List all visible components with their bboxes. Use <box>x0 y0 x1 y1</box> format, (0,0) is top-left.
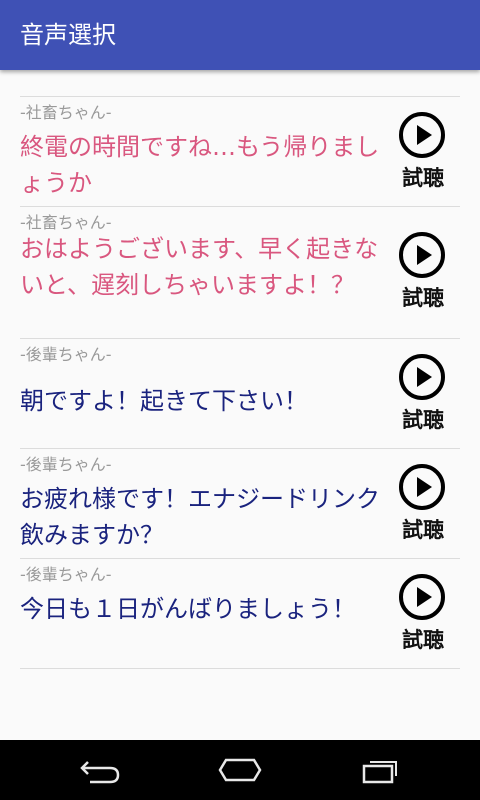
speaker-label: -社畜ちゃん- <box>20 103 112 122</box>
voice-line-text: おはようございます、早く起きないと、遅刻しちゃいますよ！？ <box>20 235 379 299</box>
list-item[interactable]: -社畜ちゃん- 終電の時間ですね…もう帰りましょうか 試聴 <box>20 97 460 207</box>
preview-button-label[interactable]: 試聴 <box>398 165 448 191</box>
list-item[interactable]: -後輩ちゃん- 今日も１日がんばりましょう！ 試聴 <box>20 559 460 669</box>
play-icon[interactable] <box>398 463 446 511</box>
app-bar: 音声選択 <box>0 0 480 70</box>
speaker-label: -社畜ちゃん- <box>20 213 112 232</box>
voice-list: -社畜ちゃん- 終電の時間ですね…もう帰りましょうか 試聴 -社畜ちゃん- おは… <box>20 96 460 669</box>
voice-line-text: 今日も１日がんばりましょう！ <box>20 595 356 623</box>
preview-button-label[interactable]: 試聴 <box>398 285 448 311</box>
speaker-label: -後輩ちゃん- <box>20 565 112 584</box>
preview-button-label[interactable]: 試聴 <box>398 627 448 653</box>
speaker-label: -後輩ちゃん- <box>20 345 112 364</box>
preview-button-label[interactable]: 試聴 <box>398 517 448 543</box>
list-item[interactable]: -社畜ちゃん- おはようございます、早く起きないと、遅刻しちゃいますよ！？ 試聴 <box>20 207 460 339</box>
play-icon[interactable] <box>398 573 446 621</box>
play-icon[interactable] <box>398 353 446 401</box>
play-icon[interactable] <box>398 231 446 279</box>
voice-line-text: 朝ですよ！起きて下さい！ <box>20 387 308 415</box>
recent-apps-icon[interactable] <box>358 756 402 784</box>
voice-line-text: 終電の時間ですね…もう帰りましょうか <box>20 133 380 197</box>
list-item[interactable]: -後輩ちゃん- 朝ですよ！起きて下さい！ 試聴 <box>20 339 460 449</box>
speaker-label: -後輩ちゃん- <box>20 455 112 474</box>
play-icon[interactable] <box>398 111 446 159</box>
preview-button-label[interactable]: 試聴 <box>398 407 448 433</box>
voice-line-text: お疲れ様です！エナジードリンク飲みますか？ <box>20 485 380 549</box>
home-icon[interactable] <box>216 756 264 784</box>
back-icon[interactable] <box>78 756 122 784</box>
page-title: 音声選択 <box>20 21 116 49</box>
system-nav-bar <box>0 740 480 800</box>
list-item[interactable]: -後輩ちゃん- お疲れ様です！エナジードリンク飲みますか？ 試聴 <box>20 449 460 559</box>
